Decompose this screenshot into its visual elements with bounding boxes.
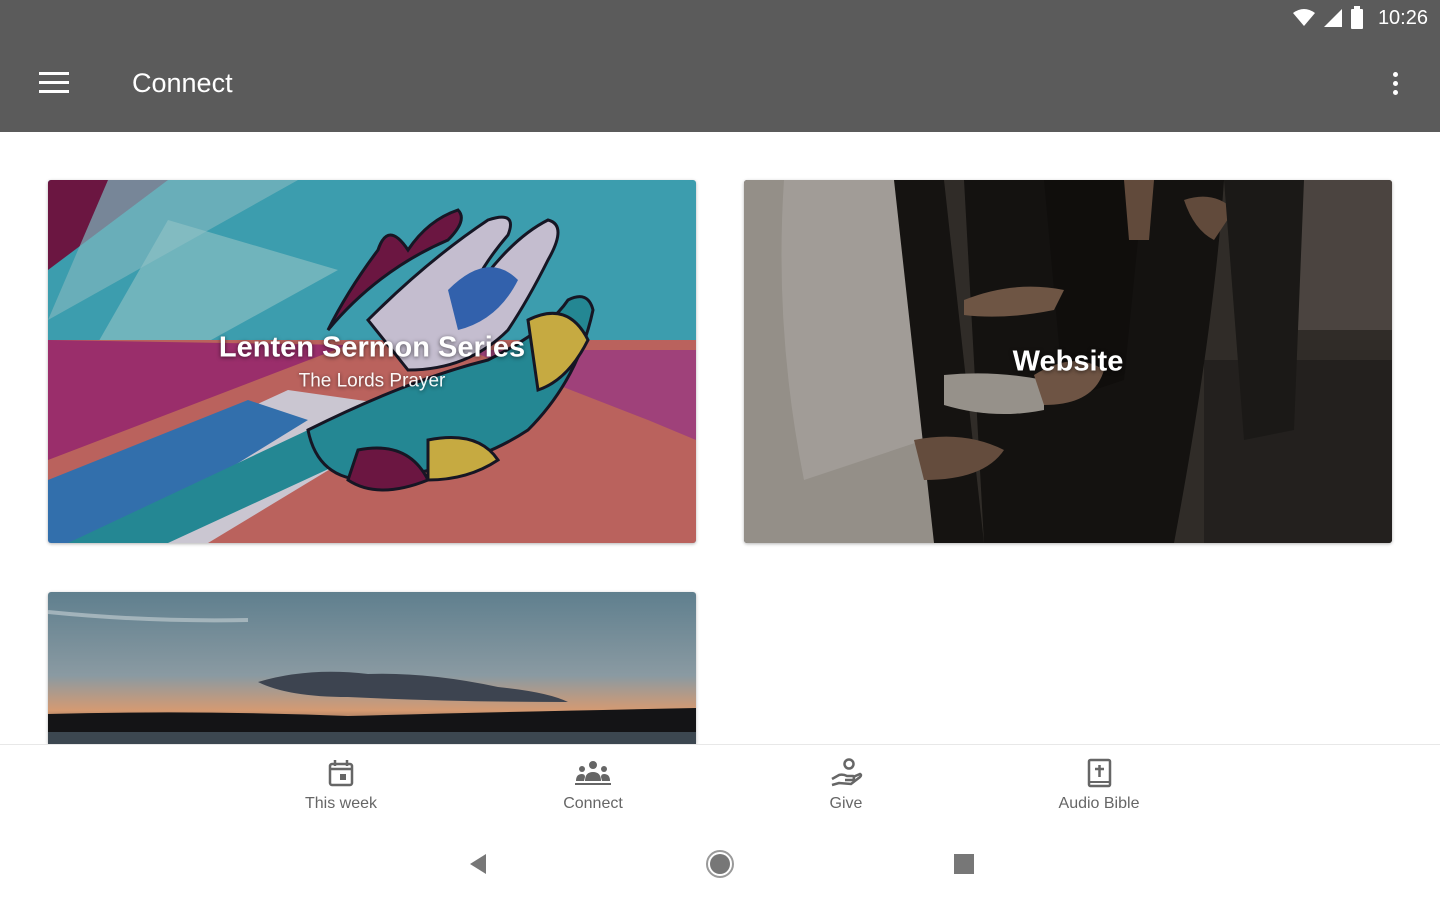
back-icon[interactable] — [466, 850, 490, 878]
status-time: 10:26 — [1377, 6, 1428, 29]
nav-label: Give — [829, 795, 863, 812]
calendar-icon — [328, 760, 354, 787]
nav-connect[interactable]: Connect — [513, 757, 673, 813]
card-sunset[interactable] — [48, 592, 696, 744]
bottom-navigation: This week Connect Give Audio Bible — [0, 744, 1440, 833]
status-icons: 10:26 — [1292, 6, 1428, 30]
sunset-landscape-image — [48, 592, 696, 744]
card-text: Website — [744, 345, 1392, 378]
app-bar: Connect — [0, 40, 1440, 132]
content-grid: Lenten Sermon Series The Lords Prayer We… — [0, 132, 1440, 744]
card-title: Lenten Sermon Series — [218, 331, 526, 363]
menu-button[interactable] — [30, 66, 78, 106]
more-vert-icon — [1392, 72, 1398, 77]
menu-icon — [39, 72, 69, 75]
nav-give[interactable]: Give — [766, 757, 926, 813]
system-navigation-bar — [0, 832, 1440, 900]
home-icon[interactable] — [704, 848, 736, 880]
card-website[interactable]: Website — [744, 180, 1392, 543]
nav-label: Connect — [563, 795, 623, 812]
page-title: Connect — [132, 68, 233, 98]
status-bar: 10:26 — [0, 0, 1440, 40]
nav-audio-bible[interactable]: Audio Bible — [1019, 757, 1179, 813]
bible-icon — [1087, 758, 1112, 788]
give-hand-icon — [831, 758, 863, 787]
card-subtitle: The Lords Prayer — [298, 370, 446, 391]
wifi-icon — [1292, 9, 1315, 26]
more-options-button[interactable] — [1380, 66, 1410, 106]
card-title: Website — [1012, 345, 1124, 377]
nav-this-week[interactable]: This week — [261, 757, 421, 813]
battery-icon — [1350, 6, 1363, 29]
card-lenten-sermon-series[interactable]: Lenten Sermon Series The Lords Prayer — [48, 180, 696, 543]
recents-icon[interactable] — [952, 850, 976, 878]
signal-icon — [1323, 9, 1342, 27]
group-icon — [575, 761, 611, 785]
nav-label: This week — [304, 795, 378, 812]
card-text: Lenten Sermon Series The Lords Prayer — [48, 331, 696, 392]
nav-label: Audio Bible — [1058, 795, 1140, 812]
